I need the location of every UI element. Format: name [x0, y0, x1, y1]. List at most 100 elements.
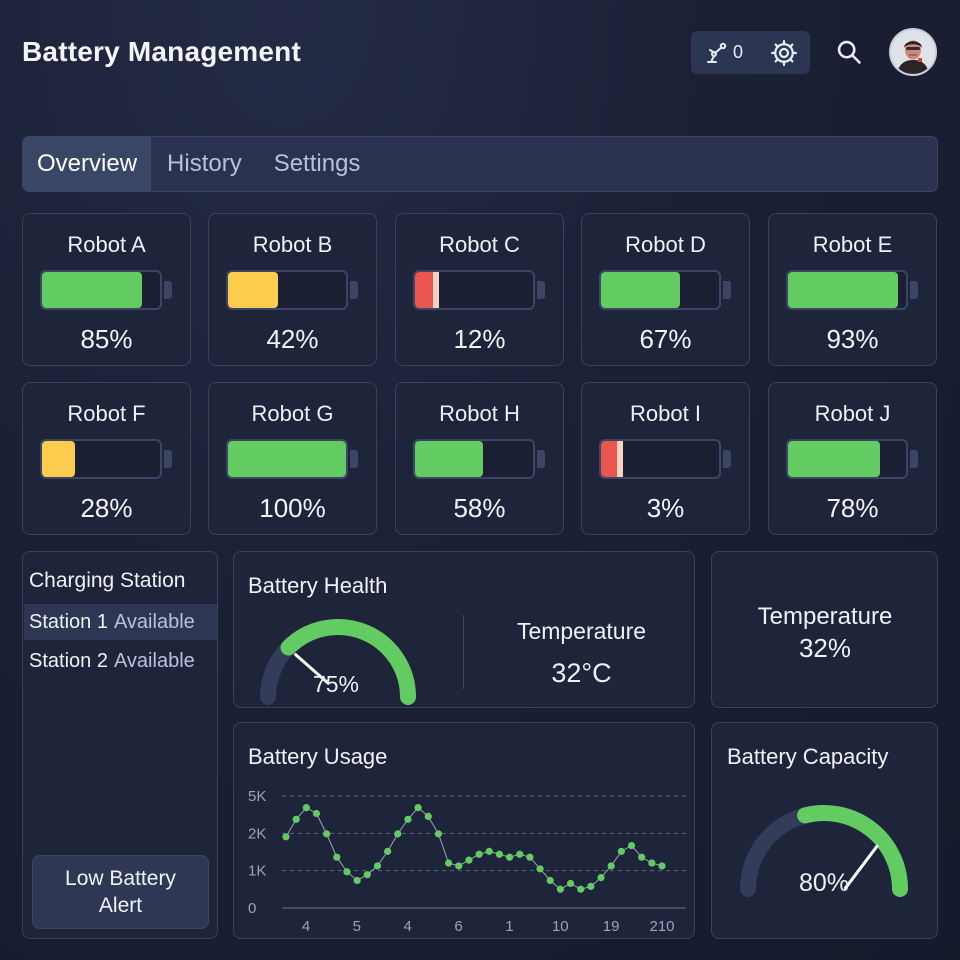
settings-button[interactable]: [769, 38, 799, 68]
data-point: [495, 850, 504, 858]
data-point: [627, 841, 636, 850]
battery-indicator: [226, 270, 348, 310]
battery-terminal: [910, 450, 918, 468]
data-point: [566, 879, 575, 888]
robot-card[interactable]: Robot I 3%: [581, 382, 750, 535]
station-row[interactable]: Station 2 Available: [24, 643, 217, 679]
robot-name: Robot G: [251, 401, 334, 426]
data-point: [597, 874, 605, 882]
battery-terminal: [164, 281, 172, 299]
robot-arm-icon: [707, 42, 727, 63]
data-point: [617, 847, 625, 855]
battery-indicator: [40, 439, 162, 479]
robot-card[interactable]: Robot E 93%: [768, 213, 937, 366]
robot-battery-percent: 93%: [826, 324, 879, 354]
x-tick-label: 1: [505, 918, 513, 935]
search-button[interactable]: [833, 36, 865, 68]
battery-capacity-value: 80%: [798, 869, 850, 897]
robot-name: Robot E: [812, 232, 893, 257]
station-name: Station 1: [29, 610, 108, 633]
battery-level-fill: [415, 272, 439, 308]
data-point: [444, 859, 453, 867]
data-point: [475, 850, 483, 858]
station-name: Station 2: [29, 649, 108, 672]
data-point: [353, 876, 361, 885]
station-row[interactable]: Station 1 Available: [24, 604, 217, 640]
robot-name: Robot F: [67, 401, 146, 426]
x-tick-label: 4: [302, 918, 310, 935]
y-tick-label: 1K: [248, 863, 266, 880]
battery-indicator: [786, 270, 908, 310]
robot-battery-percent: 3%: [646, 493, 685, 523]
robot-battery-percent: 85%: [80, 324, 133, 354]
tab-overview[interactable]: Overview: [23, 137, 152, 191]
data-point: [282, 833, 290, 841]
battery-level-fill: [228, 272, 278, 308]
robot-name: Robot D: [625, 232, 706, 257]
battery-terminal: [164, 450, 172, 468]
robot-name: Robot H: [439, 401, 520, 426]
robot-battery-percent: 12%: [453, 324, 506, 354]
robot-card[interactable]: Robot J 78%: [768, 382, 937, 535]
data-point: [536, 865, 544, 873]
temperature-value: 32°C: [551, 658, 612, 688]
data-point: [658, 862, 666, 870]
x-tick-label: 6: [454, 918, 462, 935]
data-point: [343, 868, 351, 876]
tab-history[interactable]: History: [151, 137, 258, 191]
robot-card[interactable]: Robot C 12%: [395, 213, 564, 366]
data-point: [648, 859, 656, 867]
series-segment: [437, 833, 450, 864]
robot-name: Robot C: [439, 232, 520, 257]
divider: [463, 615, 464, 689]
data-point: [414, 804, 422, 812]
battery-terminal: [723, 281, 731, 299]
battery-level-fill: [228, 441, 346, 477]
gear-icon: [771, 39, 798, 66]
low-battery-alert-button[interactable]: Low Battery Alert: [32, 855, 209, 929]
battery-level-fill: [601, 272, 681, 308]
robot-card[interactable]: Robot F 28%: [22, 382, 191, 535]
data-point: [394, 830, 402, 838]
connections-button[interactable]: 0: [705, 41, 743, 65]
robot-name: Robot A: [67, 232, 146, 257]
robot-battery-percent: 42%: [266, 324, 319, 354]
data-point: [607, 862, 615, 870]
battery-terminal: [537, 281, 545, 299]
data-point: [302, 804, 310, 812]
charging-station-panel: Charging Station Station 1 Available Sta…: [22, 551, 218, 939]
data-point: [424, 812, 432, 820]
tab-settings[interactable]: Settings: [258, 137, 377, 191]
robot-name: Robot J: [814, 401, 891, 426]
battery-indicator: [40, 270, 162, 310]
x-tick-label: 210: [649, 918, 674, 935]
data-point: [485, 847, 493, 855]
robot-card[interactable]: Robot H 58%: [395, 382, 564, 535]
battery-health-title: Battery Health: [248, 573, 388, 598]
battery-health-panel: Battery Health 75% Temperature 32°C: [233, 551, 695, 708]
y-tick-label: 0: [248, 900, 256, 917]
y-tick-label: 5K: [248, 788, 266, 805]
data-point: [465, 856, 473, 864]
robot-card[interactable]: Robot B 42%: [208, 213, 377, 366]
robot-name: Robot B: [252, 232, 333, 257]
battery-indicator: [413, 439, 535, 479]
robot-battery-percent: 67%: [639, 324, 692, 354]
data-point: [577, 885, 585, 893]
temperature-panel: Temperature 32%: [711, 551, 938, 708]
station-status: Available: [113, 649, 195, 672]
search-icon: [837, 40, 861, 64]
robot-card[interactable]: Robot G 100%: [208, 382, 377, 535]
data-point: [434, 830, 443, 838]
robot-card[interactable]: Robot D 67%: [581, 213, 750, 366]
battery-usage-panel: Battery Usage 5K 2K 1K 0 4 5 4 6 1 10 19 210: [233, 722, 695, 939]
robot-name: Robot I: [630, 401, 701, 426]
avatar[interactable]: [889, 28, 937, 76]
data-point: [404, 815, 412, 823]
battery-level-fill: [601, 441, 624, 477]
data-point: [292, 815, 300, 823]
connections-count: 0: [733, 42, 744, 62]
battery-level-fill: [42, 441, 76, 477]
data-point: [363, 871, 371, 879]
robot-card[interactable]: Robot A 85%: [22, 213, 191, 366]
